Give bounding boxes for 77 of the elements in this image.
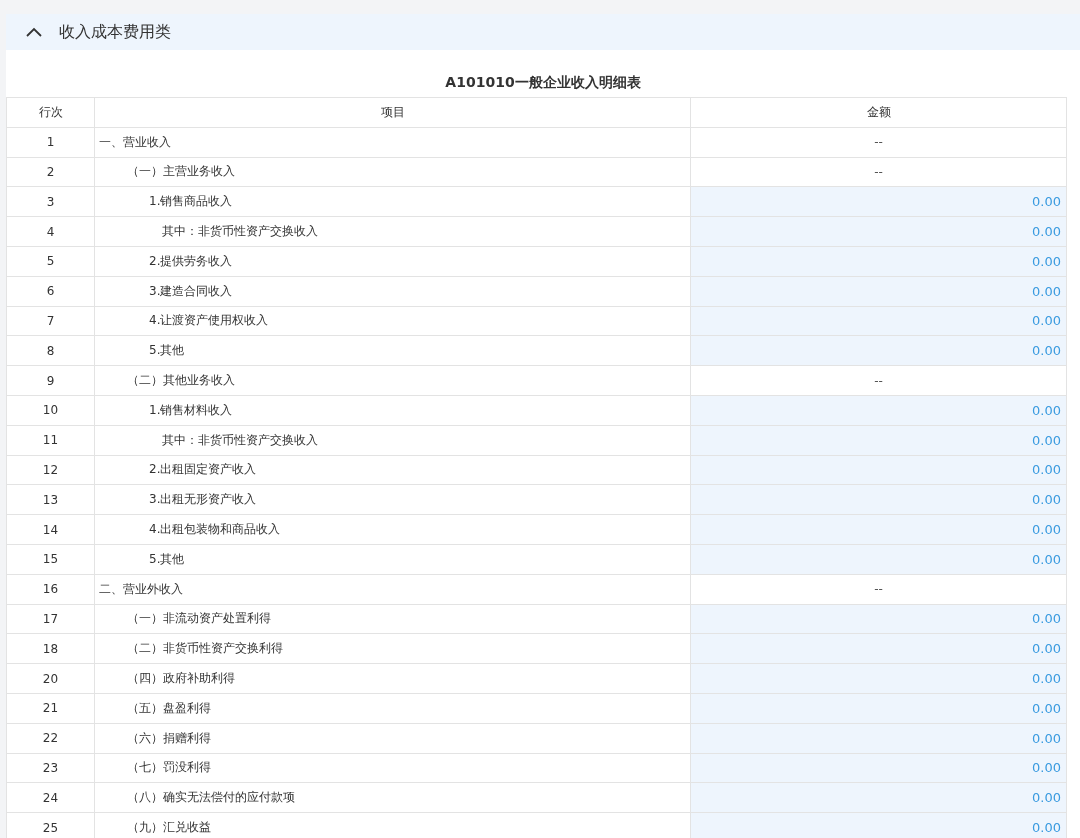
table-cell: 17	[6, 604, 95, 634]
table-cell: 3.建造合同收入	[94, 276, 691, 307]
table-cell: 3	[6, 186, 95, 217]
table-cell: 1	[6, 127, 95, 158]
table-cell: 11	[6, 425, 95, 456]
table-cell: 二、营业外收入	[94, 574, 691, 605]
amount-input[interactable]: 0.00	[690, 484, 1067, 515]
table-cell: --	[690, 365, 1067, 396]
amount-input[interactable]: 0.00	[690, 812, 1067, 838]
table-cell: 18	[6, 633, 95, 664]
table-cell: 1.销售商品收入	[94, 186, 691, 217]
table-cell: 15	[6, 544, 95, 575]
table-cell: 4.让渡资产使用权收入	[94, 306, 691, 336]
table-cell: 4.出租包装物和商品收入	[94, 514, 691, 545]
table-cell: 5.其他	[94, 335, 691, 366]
table-cell: 24	[6, 782, 95, 813]
table-cell: 5.其他	[94, 544, 691, 575]
table-cell: （四）政府补助利得	[94, 663, 691, 694]
table-cell: 20	[6, 663, 95, 694]
table-cell: 14	[6, 514, 95, 545]
table-cell: 10	[6, 395, 95, 426]
table-cell: 2.提供劳务收入	[94, 246, 691, 277]
table-cell: 8	[6, 335, 95, 366]
amount-input[interactable]: 0.00	[690, 544, 1067, 575]
column-header: 金额	[690, 97, 1067, 128]
amount-input[interactable]: 0.00	[690, 395, 1067, 426]
amount-input[interactable]: 0.00	[690, 782, 1067, 813]
amount-input[interactable]: 0.00	[690, 723, 1067, 754]
table-cell: --	[690, 574, 1067, 605]
table-cell: 一、营业收入	[94, 127, 691, 158]
table-cell: （七）罚没利得	[94, 753, 691, 783]
amount-input[interactable]: 0.00	[690, 276, 1067, 307]
table-cell: 5	[6, 246, 95, 277]
amount-input[interactable]: 0.00	[690, 216, 1067, 247]
table-cell: 23	[6, 753, 95, 783]
amount-input[interactable]: 0.00	[690, 306, 1067, 336]
table-cell: 3.出租无形资产收入	[94, 484, 691, 515]
table-cell: 6	[6, 276, 95, 307]
table-cell: 13	[6, 484, 95, 515]
amount-input[interactable]: 0.00	[690, 335, 1067, 366]
amount-input[interactable]: 0.00	[690, 514, 1067, 545]
amount-input[interactable]: 0.00	[690, 693, 1067, 724]
table-cell: （五）盘盈利得	[94, 693, 691, 724]
amount-input[interactable]: 0.00	[690, 425, 1067, 456]
column-header: 行次	[6, 97, 95, 128]
table-cell: （一）非流动资产处置利得	[94, 604, 691, 634]
table-cell: （一）主营业务收入	[94, 157, 691, 187]
table-cell: 7	[6, 306, 95, 336]
amount-input[interactable]: 0.00	[690, 246, 1067, 277]
table-cell: （六）捐赠利得	[94, 723, 691, 754]
table-cell: 1.销售材料收入	[94, 395, 691, 426]
table-cell: 4	[6, 216, 95, 247]
table-cell: 12	[6, 455, 95, 485]
amount-input[interactable]: 0.00	[690, 186, 1067, 217]
table-cell: --	[690, 157, 1067, 187]
amount-input[interactable]: 0.00	[690, 753, 1067, 783]
table-cell: 其中：非货币性资产交换收入	[94, 216, 691, 247]
table-cell: 21	[6, 693, 95, 724]
table-cell: 25	[6, 812, 95, 838]
amount-input[interactable]: 0.00	[690, 455, 1067, 485]
column-header: 项目	[94, 97, 691, 128]
table-cell: 2.出租固定资产收入	[94, 455, 691, 485]
table-cell: 2	[6, 157, 95, 187]
table-cell: 22	[6, 723, 95, 754]
amount-input[interactable]: 0.00	[690, 604, 1067, 634]
table-cell: （二）非货币性资产交换利得	[94, 633, 691, 664]
table-cell: （二）其他业务收入	[94, 365, 691, 396]
amount-input[interactable]: 0.00	[690, 663, 1067, 694]
section-title: 收入成本费用类	[59, 21, 171, 43]
table-cell: 9	[6, 365, 95, 396]
table-cell: （八）确实无法偿付的应付款项	[94, 782, 691, 813]
table-cell: 16	[6, 574, 95, 605]
amount-input[interactable]: 0.00	[690, 633, 1067, 664]
table-title: A101010一般企业收入明细表	[444, 73, 642, 92]
table-cell: --	[690, 127, 1067, 158]
table-cell: 其中：非货币性资产交换收入	[94, 425, 691, 456]
section-header[interactable]: 收入成本费用类	[6, 14, 1080, 50]
